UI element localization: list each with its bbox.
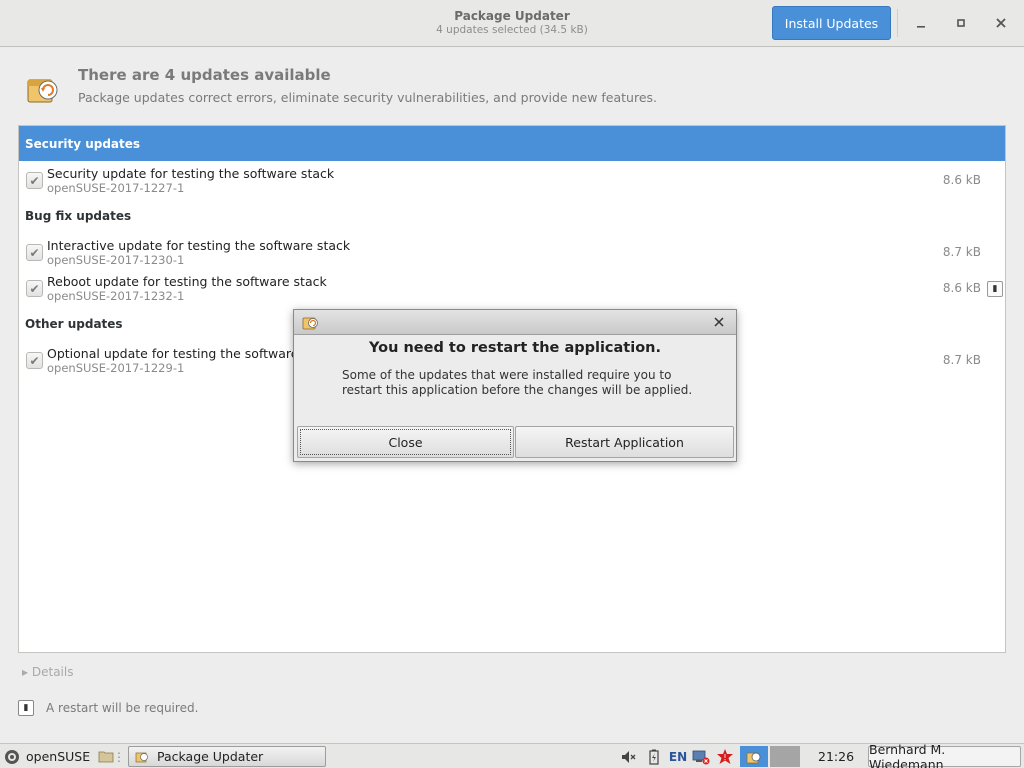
svg-text:!: ! xyxy=(723,753,726,762)
updates-available-title: There are 4 updates available xyxy=(78,66,331,84)
expander-arrow-icon: ▸ xyxy=(22,665,29,679)
update-size: 8.6 kB xyxy=(942,281,981,295)
app-icon xyxy=(302,314,319,331)
volume-muted-icon[interactable] xyxy=(620,748,638,766)
opensuse-logo-icon xyxy=(5,749,19,764)
header-separator xyxy=(897,9,898,37)
details-label: Details xyxy=(31,665,74,679)
keyboard-layout-indicator[interactable]: EN xyxy=(667,748,689,766)
update-title: Optional update for testing the software… xyxy=(47,346,322,361)
minimize-icon[interactable] xyxy=(909,11,933,35)
package-updater-tray-icon[interactable] xyxy=(740,746,768,767)
update-alert-icon[interactable]: ! xyxy=(716,748,734,766)
updates-description: Package updates correct errors, eliminat… xyxy=(78,90,658,105)
group-security-updates[interactable]: Security updates xyxy=(19,126,1005,161)
restart-dialog: You need to restart the application. Som… xyxy=(293,309,737,462)
update-checkbox[interactable]: ✔ xyxy=(26,280,43,297)
header-bar: Package Updater 4 updates selected (34.5… xyxy=(0,0,1024,47)
update-size: 8.6 kB xyxy=(942,173,981,187)
start-menu-button[interactable]: openSUSE xyxy=(4,744,90,768)
update-id: openSUSE-2017-1229-1 xyxy=(47,361,185,375)
update-row[interactable]: ✔ Interactive update for testing the sof… xyxy=(19,235,1005,269)
restart-required-text: A restart will be required. xyxy=(46,701,199,715)
update-title: Interactive update for testing the softw… xyxy=(47,238,351,253)
dialog-message: Some of the updates that were installed … xyxy=(342,368,693,397)
network-disconnected-icon[interactable] xyxy=(692,748,710,766)
taskbar: openSUSE ⋮ Package Updater EN ! 21:26 Be… xyxy=(0,742,1024,768)
close-icon[interactable] xyxy=(989,11,1013,35)
update-size: 8.7 kB xyxy=(942,245,981,259)
update-title: Reboot update for testing the software s… xyxy=(47,274,327,289)
dialog-title: You need to restart the application. xyxy=(368,340,662,356)
update-title: Security update for testing the software… xyxy=(47,166,335,181)
maximize-icon[interactable] xyxy=(949,11,973,35)
install-updates-button[interactable]: Install Updates xyxy=(772,6,891,40)
workspace-switcher[interactable] xyxy=(770,746,800,767)
restart-required-icon: ▮ xyxy=(987,281,1003,297)
update-id: openSUSE-2017-1230-1 xyxy=(47,253,185,267)
update-row[interactable]: ✔ Security update for testing the softwa… xyxy=(19,163,1005,197)
taskbar-window-label: Package Updater xyxy=(157,749,264,764)
dialog-titlebar[interactable] xyxy=(294,310,736,335)
restart-application-button[interactable]: Restart Application xyxy=(515,426,734,458)
package-updater-icon xyxy=(135,752,148,762)
close-button[interactable]: Close xyxy=(297,426,514,458)
user-menu-button[interactable]: Bernhard M. Wiedemann xyxy=(868,742,1021,768)
details-expander[interactable]: ▸ Details xyxy=(22,665,73,679)
restart-required-icon: ▮ xyxy=(18,700,34,716)
update-checkbox[interactable]: ✔ xyxy=(26,244,43,261)
update-id: openSUSE-2017-1232-1 xyxy=(47,289,185,303)
battery-icon[interactable] xyxy=(645,748,663,766)
clock[interactable]: 21:26 xyxy=(818,744,854,768)
update-checkbox[interactable]: ✔ xyxy=(26,172,43,189)
update-row[interactable]: ✔ Reboot update for testing the software… xyxy=(19,271,1005,305)
start-label: openSUSE xyxy=(26,749,91,764)
update-size: 8.7 kB xyxy=(942,353,981,367)
taskbar-separator: ⋮ xyxy=(113,750,125,764)
dialog-close-icon[interactable] xyxy=(710,313,728,331)
group-bug-fix-updates[interactable]: Bug fix updates xyxy=(19,206,1005,226)
update-id: openSUSE-2017-1227-1 xyxy=(47,181,185,195)
taskbar-window-package-updater[interactable]: Package Updater xyxy=(128,746,326,767)
update-checkbox[interactable]: ✔ xyxy=(26,352,43,369)
package-update-icon xyxy=(24,70,60,106)
